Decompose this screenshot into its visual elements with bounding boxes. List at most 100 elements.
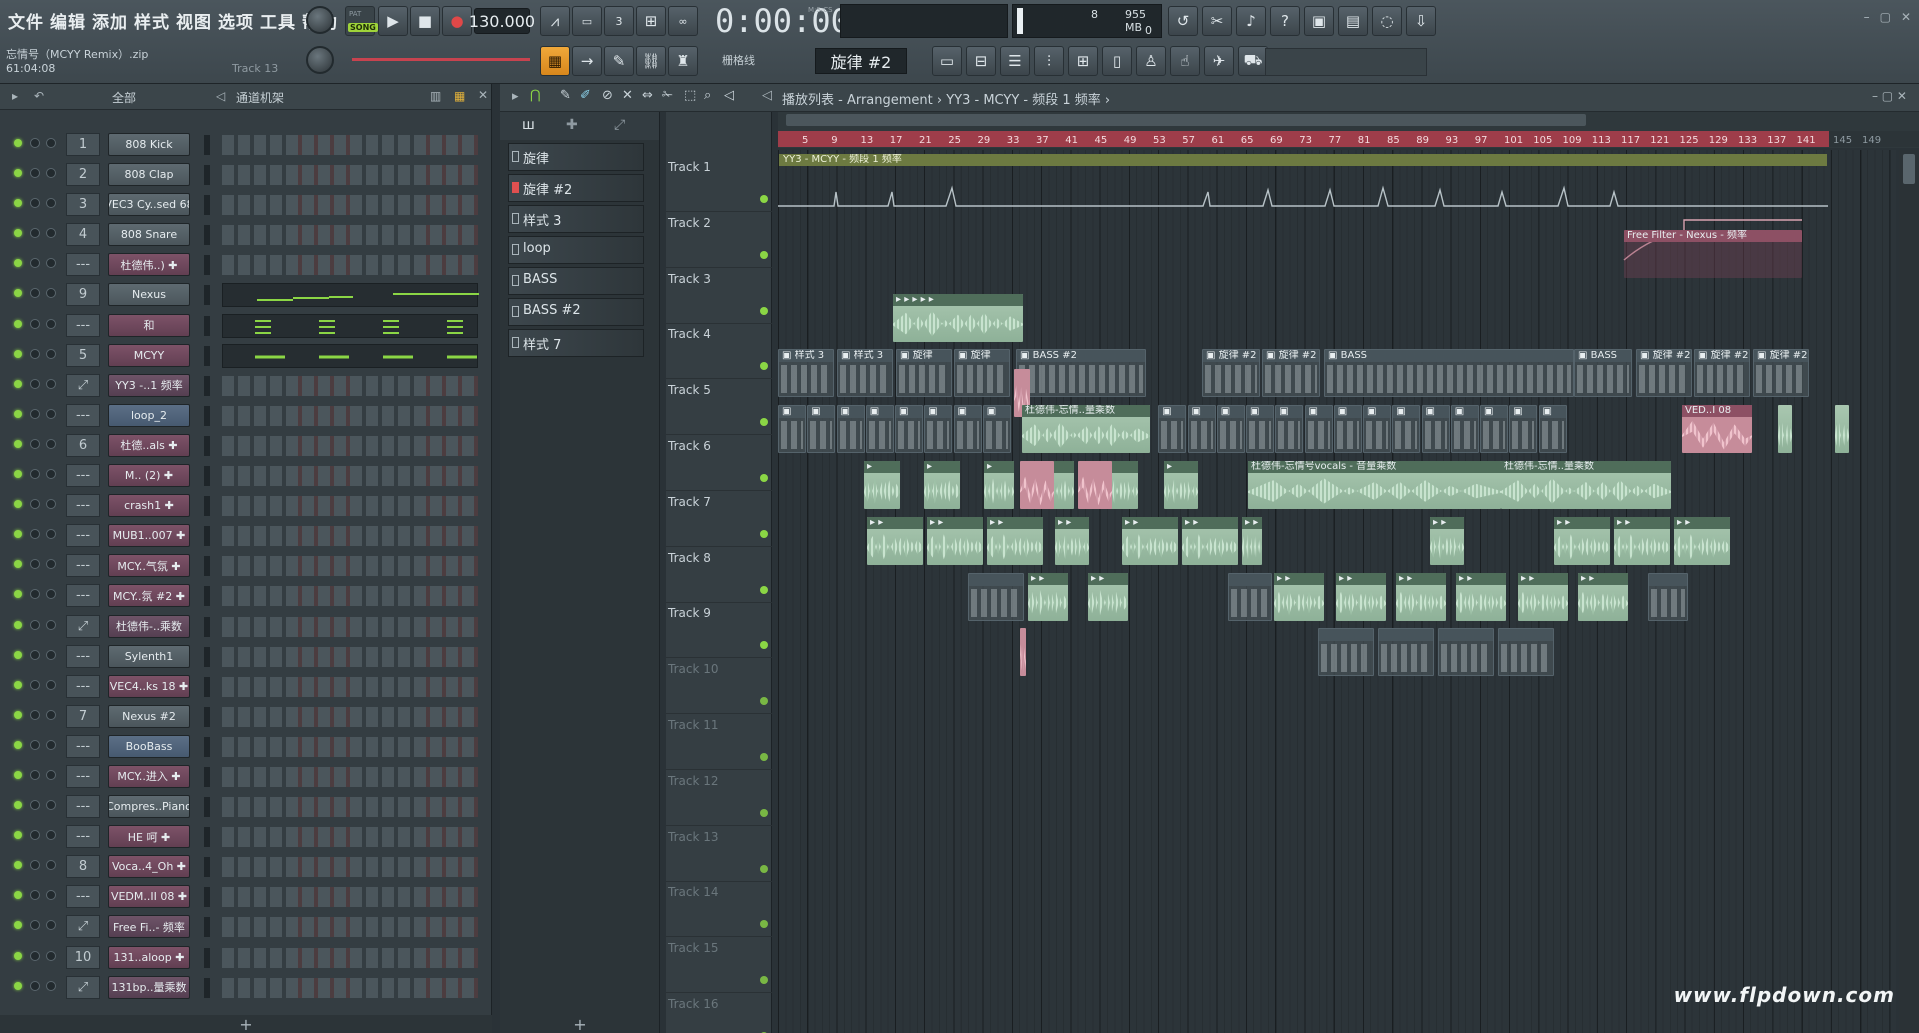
audio-clip[interactable]: ▸ xyxy=(1164,461,1198,509)
channel-mixer-track[interactable]: --- xyxy=(66,584,100,608)
channel-mixer-track[interactable]: --- xyxy=(66,313,100,337)
track-mute-led[interactable] xyxy=(760,753,768,761)
pattern-clip[interactable]: ▣ xyxy=(895,405,923,454)
pattern-clip[interactable] xyxy=(1648,572,1688,621)
channel-select[interactable] xyxy=(204,165,210,186)
track-mute-led[interactable] xyxy=(760,418,768,427)
track-mute-led[interactable] xyxy=(760,250,768,259)
channel-mute-led[interactable] xyxy=(14,500,22,509)
channel-step-sequencer[interactable] xyxy=(222,466,478,487)
ruler-extension[interactable]: 145 149 xyxy=(1829,131,1919,147)
channel-row[interactable]: --- MCY..进入 ✚ xyxy=(6,762,478,792)
channel-select[interactable] xyxy=(204,977,210,998)
channel-pan-knob[interactable] xyxy=(46,198,56,209)
channel-row[interactable]: --- 和 xyxy=(6,311,478,341)
audio-clip[interactable]: ▸ ▸ xyxy=(1614,516,1670,565)
channel-pan-knob[interactable] xyxy=(46,499,56,510)
channel-row[interactable]: 7 Nexus #2 xyxy=(6,702,478,732)
pattern-clip[interactable]: ▣ xyxy=(1538,405,1567,454)
channel-step-sequencer[interactable] xyxy=(222,496,478,517)
channel-step-sequencer[interactable] xyxy=(222,135,478,155)
channel-volume-knob[interactable] xyxy=(30,168,40,179)
channel-volume-knob[interactable] xyxy=(30,830,40,841)
channel-pan-knob[interactable] xyxy=(46,920,56,931)
pattern-mode-icon[interactable]: ꟺ xyxy=(522,117,535,133)
channel-mixer-track[interactable]: --- xyxy=(66,464,100,488)
menu-edit[interactable]: 编辑 xyxy=(48,8,88,33)
channel-volume-knob[interactable] xyxy=(30,469,40,480)
channel-step-sequencer[interactable] xyxy=(222,255,478,276)
channel-step-sequencer[interactable] xyxy=(222,225,478,246)
channel-mute-led[interactable] xyxy=(14,289,22,298)
pattern-clip[interactable] xyxy=(1498,628,1554,677)
mute-tool-icon[interactable]: ✕ xyxy=(622,88,633,103)
channel-name-button[interactable]: VEDM..II 08 ✚ xyxy=(108,885,190,909)
track-header[interactable]: Track 11 xyxy=(666,714,772,770)
channel-mute-led[interactable] xyxy=(14,891,22,900)
menu-view[interactable]: 视图 xyxy=(174,8,214,33)
channel-volume-knob[interactable] xyxy=(30,258,40,269)
track-header[interactable]: Track 14 xyxy=(666,881,772,938)
channel-volume-knob[interactable] xyxy=(30,228,40,239)
channel-select[interactable] xyxy=(204,526,210,547)
channel-mixer-track[interactable]: --- xyxy=(66,764,100,788)
channel-mixer-track[interactable]: --- xyxy=(66,825,100,849)
channel-name-button[interactable]: 杜德伟..) ✚ xyxy=(108,253,190,277)
pattern-item[interactable]: 样式 3 xyxy=(508,205,644,233)
channel-mute-led[interactable] xyxy=(14,199,22,208)
channel-select[interactable] xyxy=(204,586,210,607)
channel-row[interactable]: --- HE 呵 ✚ xyxy=(6,822,478,852)
channel-select[interactable] xyxy=(204,676,210,697)
slice-tool-icon[interactable]: ✁ xyxy=(662,88,673,103)
wrench-icon[interactable]: ✈ xyxy=(1204,46,1234,76)
pattern-clip[interactable] xyxy=(1378,628,1434,677)
channel-step-sequencer[interactable] xyxy=(222,917,478,938)
channel-pan-knob[interactable] xyxy=(46,860,56,871)
channel-mixer-track[interactable]: 6 xyxy=(66,433,100,457)
channel-row[interactable]: 5 MCYY xyxy=(6,341,478,371)
paint-tool-icon[interactable]: ✐ xyxy=(580,88,591,103)
channel-step-sequencer[interactable] xyxy=(222,586,478,607)
audio-clip[interactable]: ▸ ▸ xyxy=(987,516,1043,565)
track-header[interactable]: Track 2 xyxy=(666,212,772,268)
channel-mixer-track[interactable]: 7 xyxy=(66,704,100,728)
track-header[interactable]: Track 15 xyxy=(666,937,772,994)
channel-select[interactable] xyxy=(204,435,210,456)
channel-pan-knob[interactable] xyxy=(46,469,56,480)
channel-mixer-track[interactable]: --- xyxy=(66,885,100,909)
playlist-vertical-scrollbar[interactable] xyxy=(1899,150,1919,1033)
audio-clip[interactable]: ▸ ▸ xyxy=(1674,516,1730,565)
pattern-clip[interactable]: ▣ 旋律 #2 xyxy=(1694,349,1750,398)
channel-row[interactable]: 1 808 Kick xyxy=(6,130,478,160)
maximize-icon[interactable]: ▢ xyxy=(1880,10,1891,24)
scrollbar-thumb[interactable] xyxy=(786,114,1586,126)
track-mute-led[interactable] xyxy=(760,585,768,594)
arrow-right-icon[interactable]: → xyxy=(572,46,602,76)
channel-piano-roll-preview[interactable] xyxy=(222,283,479,308)
pattern-clip[interactable]: ▣ xyxy=(1304,405,1333,454)
rack-arrow-icon[interactable]: ▸ xyxy=(12,89,18,103)
pattern-clip[interactable]: ▣ xyxy=(865,405,894,454)
menu-add[interactable]: 添加 xyxy=(90,8,130,33)
channel-pan-knob[interactable] xyxy=(46,318,56,329)
channel-volume-knob[interactable] xyxy=(30,739,40,750)
channel-row[interactable]: 8 Voca..4_Oh ✚ xyxy=(6,852,478,882)
audio-clip[interactable]: ▸ ▸ xyxy=(1456,572,1506,621)
audio-clip[interactable] xyxy=(1778,405,1792,454)
channel-row[interactable]: 10 131..aloop ✚ xyxy=(6,943,478,973)
pattern-clip[interactable]: ▣ xyxy=(836,405,865,454)
channel-select[interactable] xyxy=(204,827,210,848)
metronome-icon[interactable]: ⩘ xyxy=(540,6,570,36)
pattern-item[interactable]: BASS #2 xyxy=(508,298,644,326)
channel-step-sequencer[interactable] xyxy=(222,766,478,787)
channel-select[interactable] xyxy=(204,947,210,968)
playlist-arrow-icon[interactable]: ▸ xyxy=(512,89,519,104)
track-mute-led[interactable] xyxy=(760,808,768,817)
channel-name-button[interactable]: Nexus #2 xyxy=(108,704,190,728)
channel-pan-knob[interactable] xyxy=(46,739,56,750)
playlist-horizontal-scrollbar[interactable] xyxy=(778,112,1919,128)
channel-name-button[interactable]: 808 Snare xyxy=(108,223,190,247)
pattern-clip[interactable]: ▣ 样式 3 xyxy=(778,349,834,398)
channel-step-sequencer[interactable] xyxy=(222,616,478,637)
browser-icon[interactable]: ⊞ xyxy=(1068,46,1098,76)
